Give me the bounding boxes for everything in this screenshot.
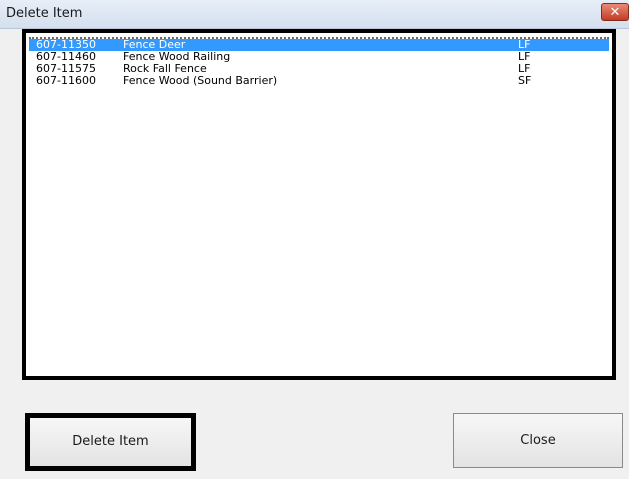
close-button[interactable]: Close: [453, 413, 623, 468]
title-bar[interactable]: Delete Item ✕: [0, 0, 629, 29]
window-title: Delete Item: [6, 6, 83, 21]
list-item[interactable]: 607-11600 Fence Wood (Sound Barrier) SF: [29, 75, 609, 87]
item-description: Fence Wood (Sound Barrier): [123, 74, 278, 87]
close-window-icon[interactable]: ✕: [601, 3, 629, 21]
item-list-rows: 607-11350 Fence Deer LF 607-11460 Fence …: [29, 37, 609, 373]
delete-item-dialog: Delete Item ✕ 607-11350 Fence Deer LF 60…: [0, 0, 629, 479]
item-unit: SF: [518, 74, 532, 87]
delete-item-button[interactable]: Delete Item: [25, 413, 196, 471]
item-list[interactable]: 607-11350 Fence Deer LF 607-11460 Fence …: [22, 29, 616, 380]
item-code: 607-11600: [36, 74, 96, 87]
